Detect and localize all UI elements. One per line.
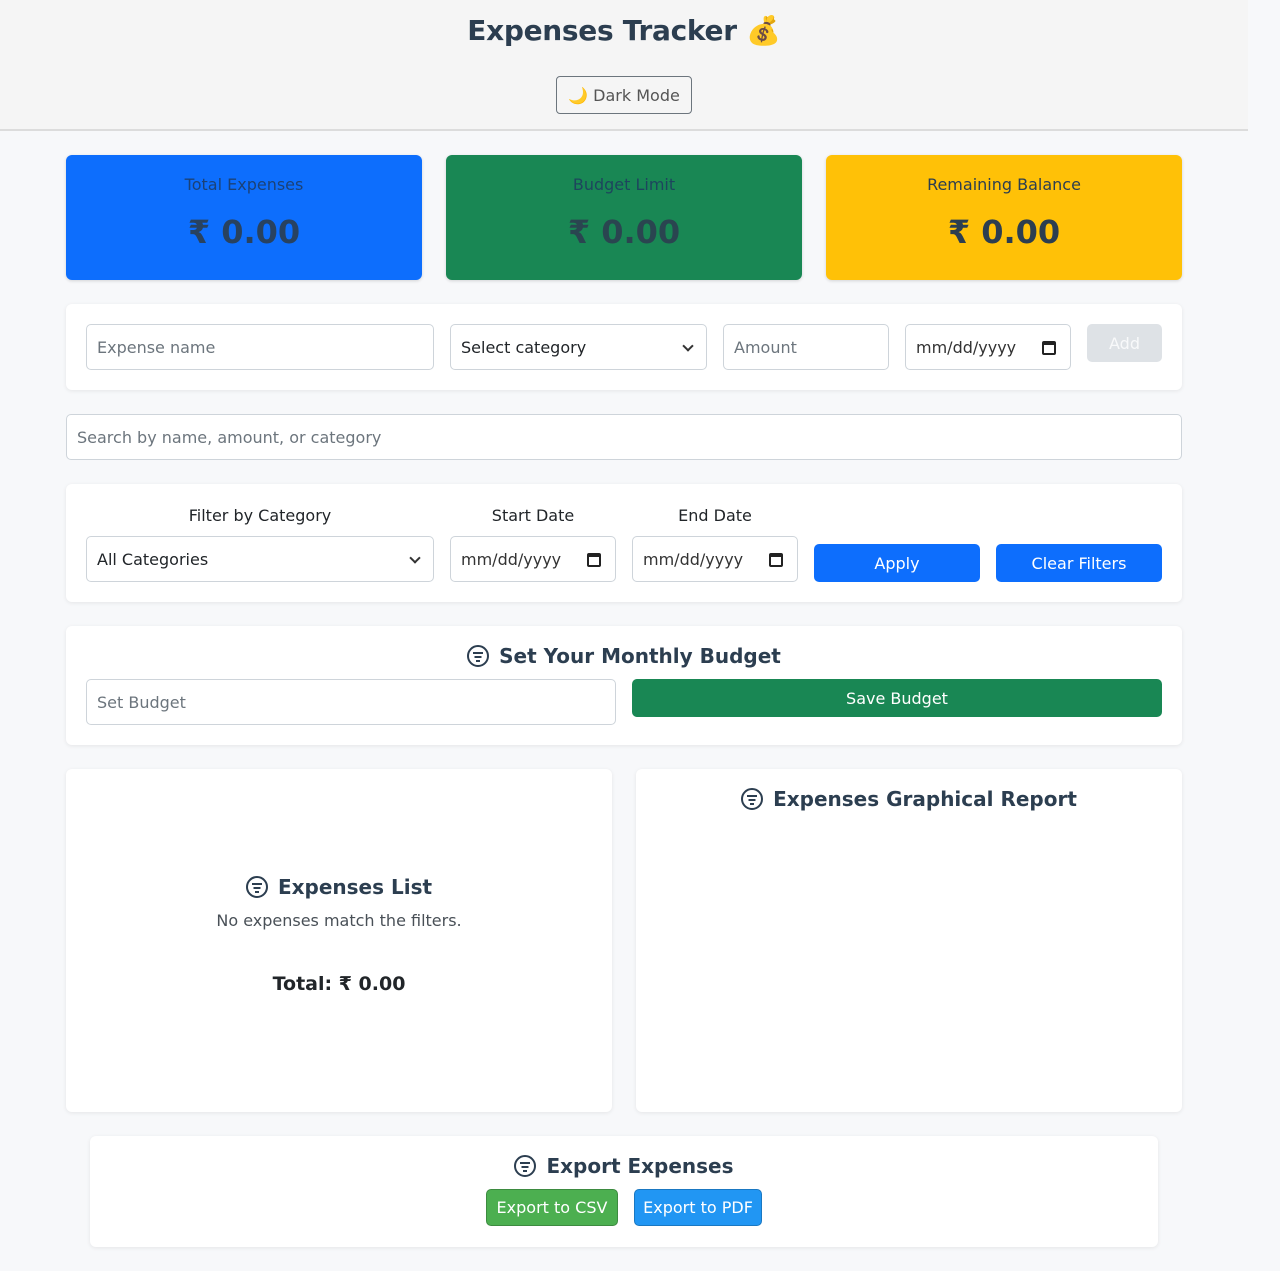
calendar-icon xyxy=(769,553,783,567)
amount-input[interactable]: Amount xyxy=(723,324,889,370)
apply-filters-button[interactable]: Apply xyxy=(814,544,980,582)
budget-limit-label: Budget Limit xyxy=(572,175,676,194)
budget-section-title: Set Your Monthly Budget xyxy=(66,644,1182,668)
expense-date-placeholder: mm/dd/yyyy xyxy=(916,337,1017,357)
add-expense-button[interactable]: Add xyxy=(1087,324,1162,362)
filter-circle-icon xyxy=(467,645,490,667)
set-budget-input[interactable]: Set Budget xyxy=(86,679,616,725)
filter-category-select[interactable]: All Categories xyxy=(86,536,434,582)
filter-category-label: Filter by Category xyxy=(188,506,332,525)
export-title: Export Expenses xyxy=(90,1154,1158,1178)
calendar-icon xyxy=(1042,341,1056,355)
total-expenses-card: Total Expenses ₹ 0.00 xyxy=(66,155,422,280)
expenses-list-title-text: Expenses List xyxy=(277,875,433,899)
page-title: Expenses Tracker 💰 xyxy=(467,14,781,47)
calendar-icon xyxy=(587,553,601,567)
total-expenses-label: Total Expenses xyxy=(184,175,304,194)
start-date-label: Start Date xyxy=(491,506,575,525)
export-panel: Export Expenses xyxy=(90,1136,1158,1247)
expense-date-input[interactable]: mm/dd/yyyy xyxy=(905,324,1071,370)
remaining-balance-card: Remaining Balance ₹ 0.00 xyxy=(826,155,1182,280)
empty-list-message: No expenses match the filters. xyxy=(216,911,462,930)
expense-name-input[interactable]: Expense name xyxy=(86,324,434,370)
expenses-list-title: Expenses List xyxy=(66,875,612,899)
expenses-total: Total: ₹ 0.00 xyxy=(272,973,406,995)
budget-limit-card: Budget Limit ₹ 0.00 xyxy=(446,155,802,280)
remaining-balance-value: ₹ 0.00 xyxy=(947,213,1061,251)
filter-circle-icon xyxy=(245,876,268,898)
budget-limit-value: ₹ 0.00 xyxy=(567,213,681,251)
remaining-balance-label: Remaining Balance xyxy=(927,175,1081,194)
end-date-placeholder: mm/dd/yyyy xyxy=(643,549,744,569)
export-csv-button[interactable]: Export to CSV xyxy=(486,1189,618,1226)
dark-mode-toggle-button[interactable]: 🌙 Dark Mode xyxy=(556,76,692,114)
graphical-report-title-text: Expenses Graphical Report xyxy=(773,787,1077,811)
clear-filters-button[interactable]: Clear Filters xyxy=(996,544,1162,582)
start-date-placeholder: mm/dd/yyyy xyxy=(461,549,562,569)
total-expenses-value: ₹ 0.00 xyxy=(187,213,301,251)
save-budget-button[interactable]: Save Budget xyxy=(632,679,1162,717)
export-title-text: Export Expenses xyxy=(546,1154,734,1178)
graphical-report-panel: Expenses Graphical Report xyxy=(636,769,1182,1112)
category-select-value: Select category xyxy=(461,337,587,357)
filter-category-value: All Categories xyxy=(97,549,209,569)
chevron-down-icon xyxy=(682,340,694,352)
chevron-down-icon xyxy=(409,552,421,564)
start-date-input[interactable]: mm/dd/yyyy xyxy=(450,536,616,582)
end-date-input[interactable]: mm/dd/yyyy xyxy=(632,536,798,582)
graphical-report-title: Expenses Graphical Report xyxy=(636,787,1182,811)
expenses-list-panel: Expenses List No expenses match the filt… xyxy=(66,769,612,1112)
filter-circle-icon xyxy=(741,788,764,810)
category-select[interactable]: Select category xyxy=(450,324,707,370)
filter-circle-icon xyxy=(514,1155,537,1177)
end-date-label: End Date xyxy=(678,506,752,525)
budget-title-text: Set Your Monthly Budget xyxy=(499,644,781,668)
search-input[interactable]: Search by name, amount, or category xyxy=(66,414,1182,460)
export-pdf-button[interactable]: Export to PDF xyxy=(634,1189,762,1226)
